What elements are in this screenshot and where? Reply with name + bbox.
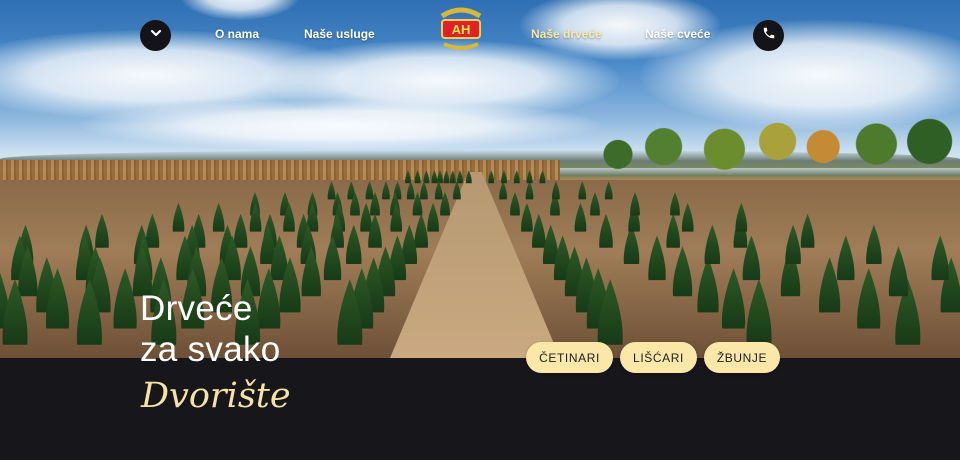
cloud xyxy=(80,100,600,150)
conifer-tree xyxy=(931,235,949,281)
conifer-tree xyxy=(414,170,421,184)
conifer-tree xyxy=(721,268,746,329)
conifer-tree xyxy=(746,279,772,345)
headline-line-2: za svako xyxy=(140,330,281,369)
conifer-tree xyxy=(526,170,533,184)
conifer-tree xyxy=(857,268,881,329)
conifer-tree xyxy=(414,213,429,248)
conifer-tree xyxy=(648,235,666,281)
conifer-tree xyxy=(382,181,390,200)
conifer-tree xyxy=(95,213,109,248)
headline-line-1: Drveće xyxy=(140,289,253,328)
conifer-tree xyxy=(345,224,362,264)
chevron-down-icon xyxy=(149,26,163,45)
phone-icon xyxy=(762,26,776,45)
brand-logo[interactable]: AH xyxy=(436,6,486,50)
nav-link-trees[interactable]: Naše drveće xyxy=(531,27,602,41)
logo-text: AH xyxy=(452,22,471,37)
nav-link-flowers[interactable]: Naše cveće xyxy=(645,27,710,41)
conifer-tree xyxy=(365,181,374,200)
conifer-tree xyxy=(212,202,225,232)
conifer-tree xyxy=(488,170,495,184)
conifer-tree xyxy=(866,224,882,264)
conifer-tree xyxy=(521,202,533,232)
conifer-tree xyxy=(431,170,438,184)
conifer-tree xyxy=(452,181,461,200)
conifer-tree xyxy=(449,170,456,184)
conifer-tree xyxy=(837,235,855,281)
category-deciduous-button[interactable]: LIŠĆARI xyxy=(620,342,697,373)
conifer-tree xyxy=(697,257,719,313)
conifer-tree xyxy=(599,213,613,248)
category-conifers-button[interactable]: ČETINARI xyxy=(526,342,613,373)
conifer-tree xyxy=(735,202,748,232)
conifer-tree xyxy=(434,181,443,200)
conifer-tree xyxy=(145,213,160,248)
conifer-tree xyxy=(427,202,439,232)
conifer-tree xyxy=(360,202,372,232)
headline-script: Dvorište xyxy=(141,376,291,416)
conifer-tree xyxy=(888,246,909,297)
conifer-tree xyxy=(590,192,600,216)
conifer-tree xyxy=(704,224,721,264)
conifer-tree xyxy=(681,202,694,232)
conifer-tree xyxy=(233,213,248,248)
conifer-tree xyxy=(604,181,613,200)
conifer-tree xyxy=(630,192,640,216)
conifer-tree xyxy=(513,170,520,184)
conifer-tree xyxy=(457,170,463,184)
nav-link-about[interactable]: O nama xyxy=(215,27,259,41)
treeline xyxy=(580,118,960,170)
conifer-tree xyxy=(327,181,336,200)
phone-button[interactable] xyxy=(753,20,784,51)
conifer-tree xyxy=(785,224,801,264)
conifer-tree xyxy=(501,170,507,184)
conifer-tree xyxy=(443,170,450,184)
conifer-tree xyxy=(419,181,428,200)
conifer-tree xyxy=(578,181,587,200)
nav-link-services[interactable]: Naše usluge xyxy=(304,27,375,41)
conifer-tree xyxy=(499,181,508,200)
category-shrubs-button[interactable]: ŽBUNJE xyxy=(704,342,780,373)
hero-headline: Drveće za svako xyxy=(140,288,281,370)
conifer-tree xyxy=(406,181,415,200)
conifer-tree xyxy=(539,170,546,184)
menu-toggle-button[interactable] xyxy=(140,20,171,51)
conifer-tree xyxy=(405,170,411,184)
conifer-tree xyxy=(423,170,430,184)
conifer-tree xyxy=(510,192,520,216)
conifer-tree xyxy=(670,192,680,216)
conifer-tree xyxy=(666,213,681,248)
cloud xyxy=(180,0,300,20)
conifer-tree xyxy=(525,181,534,200)
conifer-tree xyxy=(437,170,443,184)
conifer-tree xyxy=(172,202,185,232)
conifer-tree xyxy=(531,213,546,248)
conifer-tree xyxy=(551,181,560,200)
conifer-tree xyxy=(800,213,815,248)
conifer-tree xyxy=(465,170,472,184)
conifer-tree xyxy=(113,268,137,329)
conifer-tree xyxy=(818,257,841,313)
conifer-tree xyxy=(672,246,693,297)
conifer-tree xyxy=(574,202,587,232)
